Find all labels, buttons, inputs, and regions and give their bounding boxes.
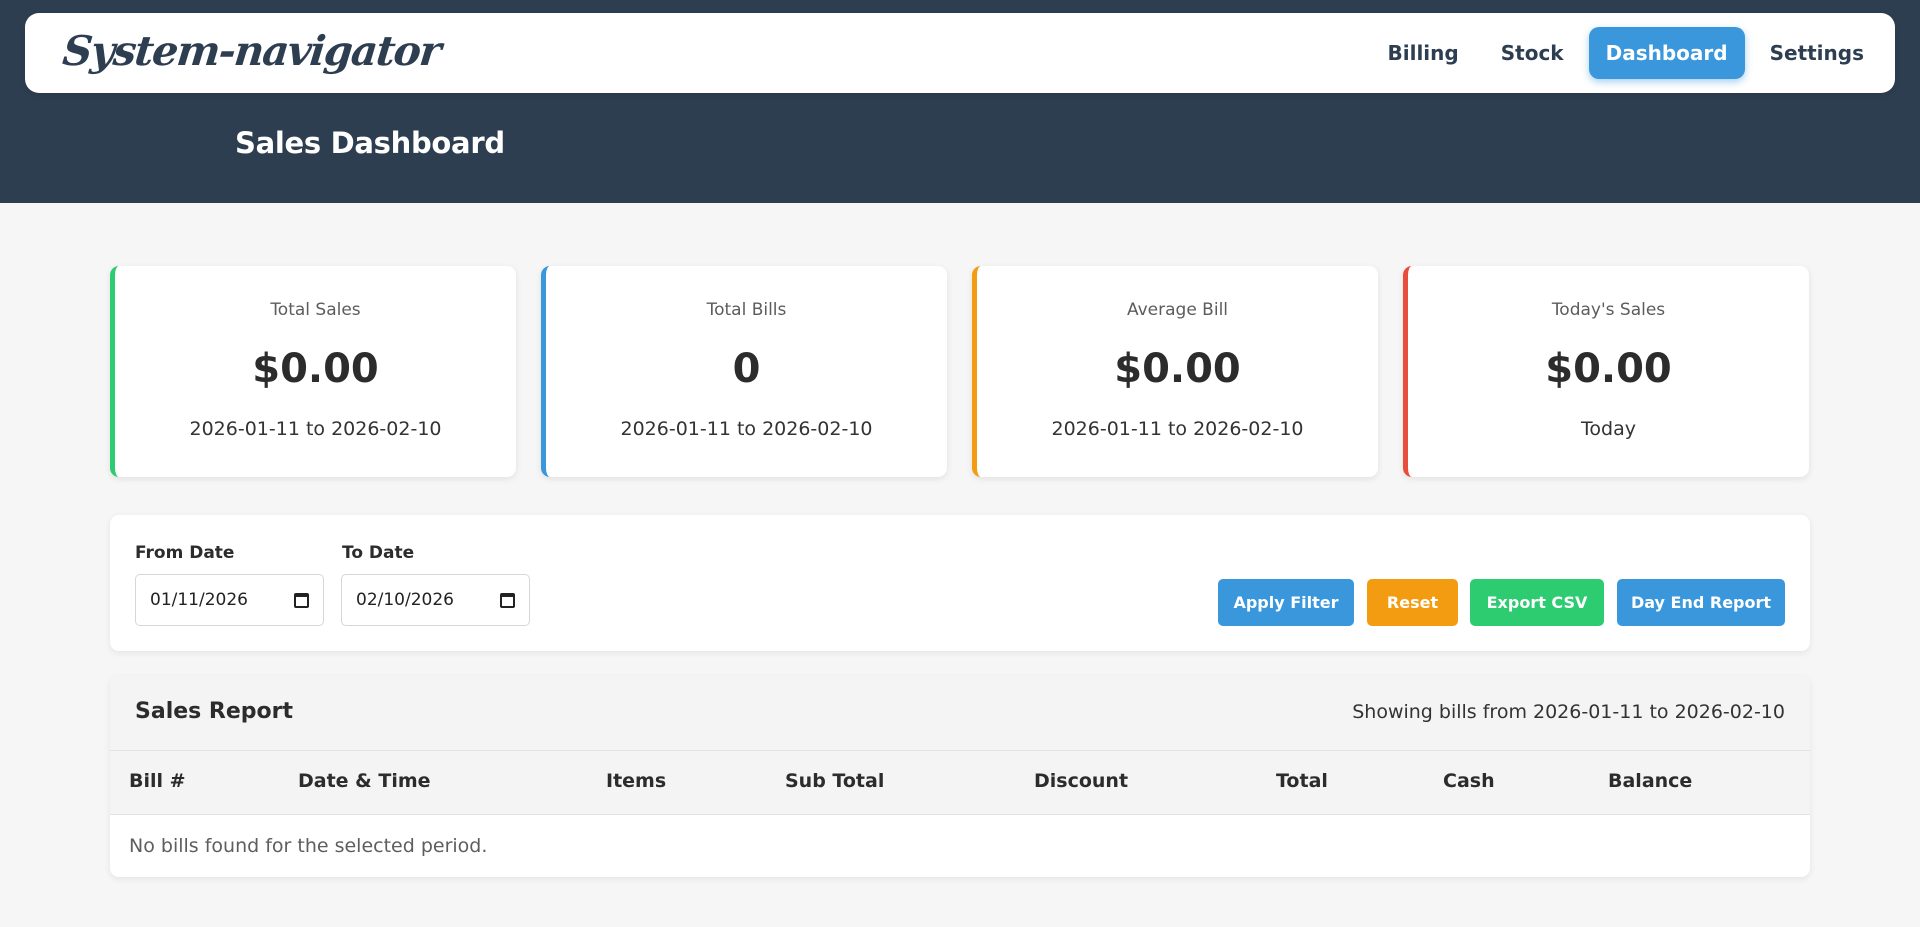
header-banner: System-navigator Billing Stock Dashboard… [0, 0, 1920, 203]
stat-card-total-sales: Total Sales $0.00 2026-01-11 to 2026-02-… [110, 266, 516, 477]
nav-links: Billing Stock Dashboard Settings [1371, 27, 1882, 79]
nav-billing[interactable]: Billing [1371, 27, 1476, 79]
empty-state-message: No bills found for the selected period. [129, 835, 488, 857]
stat-range: 2026-01-11 to 2026-02-10 [620, 418, 873, 440]
stat-label: Average Bill [1126, 300, 1229, 320]
stat-value: $0.00 [1545, 346, 1672, 392]
column-header-discount[interactable]: Discount [1034, 770, 1128, 792]
from-date-input[interactable]: 01/11/2026 [135, 574, 324, 626]
stat-range: 2026-01-11 to 2026-02-10 [1051, 418, 1304, 440]
report-header: Sales Report Showing bills from 2026-01-… [110, 676, 1810, 751]
column-header-balance[interactable]: Balance [1608, 770, 1692, 792]
to-date-input[interactable]: 02/10/2026 [341, 574, 530, 626]
brand-logo[interactable]: System-navigator [60, 27, 442, 75]
navbar: System-navigator Billing Stock Dashboard… [25, 13, 1895, 93]
from-date-value: 01/11/2026 [150, 590, 248, 610]
apply-filter-button[interactable]: Apply Filter [1218, 579, 1354, 626]
filter-panel: From Date 01/11/2026 To Date 02/10/2026 … [110, 515, 1810, 651]
column-header-date-time[interactable]: Date & Time [298, 770, 431, 792]
to-date-value: 02/10/2026 [356, 590, 454, 610]
column-header-cash[interactable]: Cash [1443, 770, 1495, 792]
stat-label: Total Bills [706, 300, 787, 320]
export-csv-button[interactable]: Export CSV [1470, 579, 1604, 626]
stat-value: 0 [732, 346, 761, 392]
from-date-label: From Date [135, 543, 235, 563]
stat-range: 2026-01-11 to 2026-02-10 [189, 418, 442, 440]
to-date-label: To Date [342, 543, 415, 563]
calendar-icon[interactable] [294, 592, 309, 608]
nav-stock[interactable]: Stock [1484, 27, 1581, 79]
nav-dashboard[interactable]: Dashboard [1588, 27, 1745, 79]
reset-button[interactable]: Reset [1367, 579, 1458, 626]
stat-label: Total Sales [270, 300, 361, 320]
calendar-icon[interactable] [500, 592, 515, 608]
page-title: Sales Dashboard [235, 126, 505, 160]
column-header-items[interactable]: Items [606, 770, 666, 792]
nav-settings[interactable]: Settings [1753, 27, 1881, 79]
stat-value: $0.00 [1114, 346, 1241, 392]
column-header-bill-number[interactable]: Bill # [129, 770, 186, 792]
column-header-total[interactable]: Total [1276, 770, 1328, 792]
sales-report-panel: Sales Report Showing bills from 2026-01-… [110, 676, 1810, 877]
report-title: Sales Report [135, 699, 293, 724]
stat-value: $0.00 [252, 346, 379, 392]
report-range-text: Showing bills from 2026-01-11 to 2026-02… [1352, 701, 1785, 723]
stat-range: Today [1581, 418, 1636, 440]
stat-card-total-bills: Total Bills 0 2026-01-11 to 2026-02-10 [541, 266, 947, 477]
stat-card-average-bill: Average Bill $0.00 2026-01-11 to 2026-02… [972, 266, 1378, 477]
stat-label: Today's Sales [1551, 300, 1666, 320]
stat-card-todays-sales: Today's Sales $0.00 Today [1403, 266, 1809, 477]
table-header-row: Bill # Date & Time Items Sub Total Disco… [110, 751, 1810, 815]
column-header-sub-total[interactable]: Sub Total [785, 770, 884, 792]
day-end-report-button[interactable]: Day End Report [1617, 579, 1785, 626]
